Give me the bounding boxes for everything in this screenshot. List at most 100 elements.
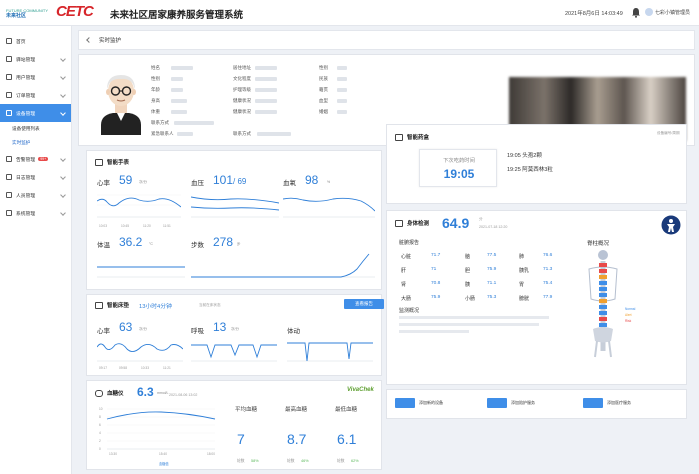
field-label-gender: 性别	[151, 76, 160, 81]
glucose-time: 2021-08-06 13:02	[169, 393, 198, 397]
sidebar-item-system[interactable]: 系统管理	[0, 204, 71, 222]
max-glucose-value: 8.7	[287, 431, 307, 447]
watch-spo2-chart	[283, 197, 375, 218]
field-label-household: 居住地址	[233, 65, 251, 70]
pill-box-icon	[395, 133, 403, 141]
avg-glucose-value: 7	[237, 431, 245, 447]
monitor-summary-text	[399, 314, 559, 337]
bp-value2: / 69	[233, 177, 247, 186]
min-ratio-value: 62%	[351, 459, 359, 463]
organ-stomach-value: 75.4	[543, 281, 553, 286]
spine-title: 脊柱概况	[587, 241, 610, 247]
bell-icon[interactable]	[631, 7, 641, 18]
field-value-gender	[171, 77, 183, 81]
field-label-contact2: 联系方式	[233, 131, 251, 136]
watch-hr-time4: 11:51	[163, 224, 171, 228]
watch-temp-chart	[97, 266, 185, 278]
organ-kidney-value: 70.8	[431, 281, 441, 286]
watch-icon	[95, 158, 103, 166]
app-title: 未来社区居家康养服务管理系统	[110, 10, 244, 21]
organ-heart-label: 心脏	[401, 254, 412, 260]
back-arrow-icon[interactable]	[86, 37, 92, 43]
sidebar-item-station[interactable]: 驿站管理	[0, 50, 71, 68]
future-community-logo: FUTURE COMMUNITY 未来社区	[6, 5, 50, 21]
hr-value: 59	[119, 173, 133, 187]
resp-unit: 次/分	[231, 327, 239, 331]
sidebar-subitem-device-list[interactable]: 设备使用列表	[0, 122, 71, 136]
glucose-x3: 18:00	[207, 452, 215, 456]
mattress-time2: 09:58	[119, 366, 127, 370]
medicine-title-text: 智能药盒	[407, 135, 430, 141]
smart-watch-card: 智能手表 心率 59 次/分 10:03 10:45 11:20 11:51 血…	[86, 150, 382, 290]
sidebar-item-devices[interactable]: 设备管理	[0, 104, 71, 122]
organ-gall-label: 胆	[465, 268, 471, 274]
sidebar-item-label: 订单管理	[16, 93, 36, 99]
elderly-avatar-icon	[101, 75, 141, 135]
watch-hr-time3: 11:20	[143, 224, 151, 228]
add-nursing-button[interactable]	[487, 398, 507, 408]
sidebar-item-staff[interactable]: 人员管理	[0, 186, 71, 204]
field-label-c3d: 血型	[319, 98, 328, 103]
body-check-card: 身体检测 64.9 分 2021-07-18 12:20 脏腑报告 脊柱概况 心…	[386, 210, 687, 385]
organ-pancreas-label: 胰乳	[519, 268, 530, 274]
chevron-down-icon	[60, 156, 66, 162]
avg-glucose-label: 平均血糖	[235, 407, 258, 413]
max-ratio-value: 46%	[301, 459, 309, 463]
chevron-down-icon	[60, 210, 66, 216]
view-report-button[interactable]: 查看报告	[344, 299, 384, 309]
sidebar: 首页 驿站管理 用户管理 订单管理 设备管理 设备使用列表 实时监护 告警管理 9…	[0, 26, 72, 474]
max-glucose-label: 最高血糖	[285, 407, 308, 413]
mattress-time4: 11:21	[163, 366, 171, 370]
top-bar: FUTURE COMMUNITY 未来社区 CETC 未来社区居家康养服务管理系…	[0, 0, 699, 26]
organ-spleen-value: 71.1	[487, 281, 497, 286]
chevron-down-icon	[60, 174, 66, 180]
sidebar-item-home[interactable]: 首页	[0, 32, 71, 50]
view-report-label: 查看报告	[355, 301, 373, 306]
glucose-x2: 15:40	[159, 452, 167, 456]
field-label-health: 健康状况	[233, 98, 251, 103]
vivachek-logo: VivaChek	[347, 387, 374, 393]
chevron-down-icon	[60, 92, 66, 98]
min-glucose-label: 最低血糖	[335, 407, 358, 413]
sidebar-item-label: 设备管理	[16, 111, 36, 117]
medicine-box-card: 智能药盒 设备编号/周期 下次吃药时间 19:05 19:05 头孢2颗 19:…	[386, 124, 687, 204]
next-dose-time: 19:05	[443, 167, 475, 181]
sidebar-item-orders[interactable]: 订单管理	[0, 86, 71, 104]
glucose-legend: 血糖值	[159, 462, 169, 466]
device-icon	[6, 110, 12, 116]
mattress-time1: 09:17	[99, 366, 107, 370]
organ-pancreas-value: 71.3	[543, 267, 553, 272]
add-medical-button[interactable]	[583, 398, 603, 408]
min-glucose-value: 6.1	[337, 431, 357, 447]
sidebar-item-label: 驿站管理	[16, 57, 36, 63]
field-label-age: 年龄	[151, 87, 160, 92]
field-label-c3c: 籍贯	[319, 87, 328, 92]
organ-brain-label: 脑	[465, 254, 471, 260]
field-value-health	[255, 99, 277, 103]
glucose-y2: 8	[99, 415, 101, 419]
field-value-c3a	[337, 66, 347, 70]
user-avatar[interactable]	[645, 8, 653, 16]
spine-legend-risk: Risk	[625, 319, 632, 323]
add-medical-label[interactable]: 添加医疗服务	[607, 400, 631, 406]
mattress-resp-chart	[191, 344, 277, 362]
spine-legend-normal: Normal	[625, 307, 636, 311]
sidebar-subitem-monitor[interactable]: 实时监护	[0, 136, 71, 150]
field-value-c3d	[337, 99, 347, 103]
body-check-icon	[395, 219, 403, 227]
glucose-title-text: 血糖仪	[107, 391, 124, 397]
add-device-button[interactable]	[395, 398, 415, 408]
field-value-age	[171, 88, 183, 92]
field-value-contact2	[257, 132, 291, 136]
watch-bp-chart	[191, 196, 279, 218]
field-label-c3b: 民族	[319, 76, 328, 81]
username[interactable]: 七彩小镇管理员	[655, 9, 690, 16]
sidebar-item-alerts[interactable]: 告警管理 99+	[0, 150, 71, 168]
log-icon	[6, 174, 12, 180]
sidebar-item-users[interactable]: 用户管理	[0, 68, 71, 86]
add-device-label[interactable]: 添加新的设备	[419, 400, 443, 406]
add-nursing-label[interactable]: 添加陪护服务	[511, 400, 535, 406]
organ-bladder-value: 77.9	[543, 295, 553, 300]
sidebar-item-logs[interactable]: 日志管理	[0, 168, 71, 186]
field-label-c3e: 婚姻	[319, 109, 328, 114]
